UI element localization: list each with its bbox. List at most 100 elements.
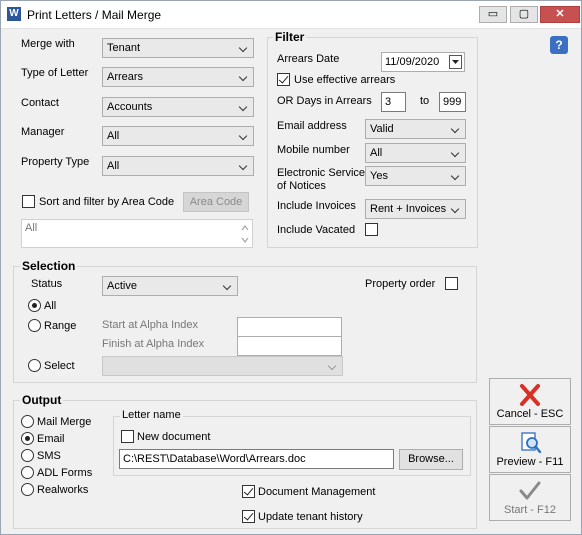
- chevron-down-icon: [237, 39, 251, 57]
- selection-select-radio[interactable]: [28, 359, 41, 372]
- output-mail-merge-label: Mail Merge: [37, 416, 92, 428]
- preview-button[interactable]: Preview - F11: [489, 426, 571, 473]
- status-label: Status: [31, 278, 63, 290]
- mobile-number-label: Mobile number: [277, 144, 350, 156]
- maximize-icon: ▢: [518, 8, 530, 20]
- scroll-down-icon[interactable]: [240, 235, 250, 245]
- window-title: Print Letters / Mail Merge: [27, 8, 162, 22]
- update-tenant-history-checkbox[interactable]: [242, 510, 255, 523]
- scroll-up-icon[interactable]: [240, 223, 250, 233]
- output-mail-merge-radio[interactable]: [21, 415, 34, 428]
- days-to-input[interactable]: 999: [439, 92, 466, 112]
- browse-button[interactable]: Browse...: [399, 449, 463, 470]
- days-to-label: to: [420, 95, 430, 107]
- letter-path-input[interactable]: C:\REST\Database\Word\Arrears.doc: [119, 449, 394, 469]
- output-adl-forms-label: ADL Forms: [37, 467, 93, 479]
- include-vacated-checkbox[interactable]: [365, 223, 378, 236]
- email-address-label: Email address: [277, 120, 347, 132]
- mobile-number-select[interactable]: All: [365, 143, 466, 163]
- chevron-down-icon: [237, 68, 251, 86]
- print-letters-window: W Print Letters / Mail Merge ▭ ▢ ✕ ? Mer…: [0, 0, 582, 535]
- sort-filter-area-checkbox[interactable]: [22, 195, 35, 208]
- include-invoices-select[interactable]: Rent + Invoices: [365, 199, 466, 219]
- manager-select[interactable]: All: [102, 126, 254, 146]
- property-type-label: Property Type: [21, 156, 90, 168]
- electronic-service-label: Electronic Service of Notices: [277, 167, 365, 193]
- contact-label: Contact: [21, 97, 59, 109]
- start-alpha-label: Start at Alpha Index: [102, 319, 199, 331]
- chevron-down-icon: [449, 120, 463, 138]
- filter-group-title: Filter: [273, 30, 307, 44]
- chevron-down-icon: [449, 144, 463, 162]
- close-icon: [516, 383, 544, 407]
- word-app-icon: W: [7, 7, 21, 21]
- selection-group-title: Selection: [20, 259, 78, 273]
- property-order-checkbox[interactable]: [445, 277, 458, 290]
- merge-with-label: Merge with: [21, 38, 75, 50]
- sort-filter-area-label: Sort and filter by Area Code: [39, 196, 175, 208]
- include-vacated-label: Include Vacated: [277, 224, 356, 236]
- manager-label: Manager: [21, 126, 65, 138]
- area-code-list[interactable]: All: [21, 219, 253, 248]
- electronic-service-select[interactable]: Yes: [365, 166, 466, 186]
- title-bar: W Print Letters / Mail Merge ▭ ▢ ✕: [1, 1, 581, 29]
- include-invoices-label: Include Invoices: [277, 200, 356, 212]
- letter-name-label: Letter name: [120, 409, 183, 421]
- preview-button-label: Preview - F11: [496, 456, 564, 468]
- close-icon: ✕: [555, 8, 565, 20]
- new-document-checkbox[interactable]: [121, 430, 134, 443]
- help-icon[interactable]: ?: [550, 36, 568, 54]
- chevron-down-icon: [221, 277, 235, 295]
- chevron-down-icon: [237, 127, 251, 145]
- contact-select[interactable]: Accounts: [102, 97, 254, 117]
- output-sms-radio[interactable]: [21, 449, 34, 462]
- cancel-button-label: Cancel - ESC: [496, 408, 564, 420]
- output-adl-forms-radio[interactable]: [21, 466, 34, 479]
- chevron-down-icon: [326, 357, 340, 375]
- output-group-title: Output: [20, 393, 64, 407]
- selection-range-radio[interactable]: [28, 319, 41, 332]
- arrears-date-value: 11/09/2020: [385, 56, 440, 68]
- selection-all-label: All: [44, 300, 57, 312]
- new-document-label: New document: [137, 431, 211, 443]
- arrears-date-label: Arrears Date: [277, 53, 340, 65]
- use-effective-arrears-checkbox[interactable]: [277, 73, 290, 86]
- chevron-down-icon: [449, 200, 463, 218]
- preview-magnifier-icon: [516, 431, 544, 455]
- chevron-down-icon: [449, 167, 463, 185]
- email-address-select[interactable]: Valid: [365, 119, 466, 139]
- arrears-date-picker[interactable]: 11/09/2020: [381, 52, 465, 72]
- finish-alpha-label: Finish at Alpha Index: [102, 338, 205, 350]
- cancel-button[interactable]: Cancel - ESC: [489, 378, 571, 425]
- electronic-service-label-line2: of Notices: [277, 180, 326, 192]
- start-button-label: Start - F12: [504, 504, 556, 516]
- merge-with-select[interactable]: Tenant: [102, 38, 254, 58]
- area-code-button[interactable]: Area Code: [183, 192, 249, 212]
- days-from-input[interactable]: 3: [381, 92, 406, 112]
- close-button[interactable]: ✕: [540, 6, 580, 23]
- selection-select-dropdown[interactable]: [102, 356, 343, 376]
- selection-all-radio[interactable]: [28, 299, 41, 312]
- property-order-label: Property order: [365, 278, 436, 290]
- calendar-dropdown-icon[interactable]: [449, 55, 462, 69]
- selection-range-label: Range: [44, 320, 77, 332]
- document-management-label: Document Management: [258, 486, 376, 498]
- output-realworks-label: Realworks: [37, 484, 89, 496]
- maximize-button[interactable]: ▢: [510, 6, 538, 23]
- finish-alpha-input[interactable]: [237, 336, 342, 356]
- checkmark-icon: [516, 479, 544, 503]
- chevron-down-icon: [237, 157, 251, 175]
- output-email-radio[interactable]: [21, 432, 34, 445]
- start-alpha-input[interactable]: [237, 317, 342, 337]
- update-tenant-history-label: Update tenant history: [258, 511, 363, 523]
- status-select[interactable]: Active: [102, 276, 238, 296]
- electronic-service-label-line1: Electronic Service: [277, 167, 366, 179]
- start-button[interactable]: Start - F12: [489, 474, 571, 521]
- type-of-letter-select[interactable]: Arrears: [102, 67, 254, 87]
- document-management-checkbox[interactable]: [242, 485, 255, 498]
- property-type-select[interactable]: All: [102, 156, 254, 176]
- minimize-button[interactable]: ▭: [479, 6, 507, 23]
- output-realworks-radio[interactable]: [21, 483, 34, 496]
- selection-select-label: Select: [44, 360, 75, 372]
- type-of-letter-label: Type of Letter: [21, 67, 89, 79]
